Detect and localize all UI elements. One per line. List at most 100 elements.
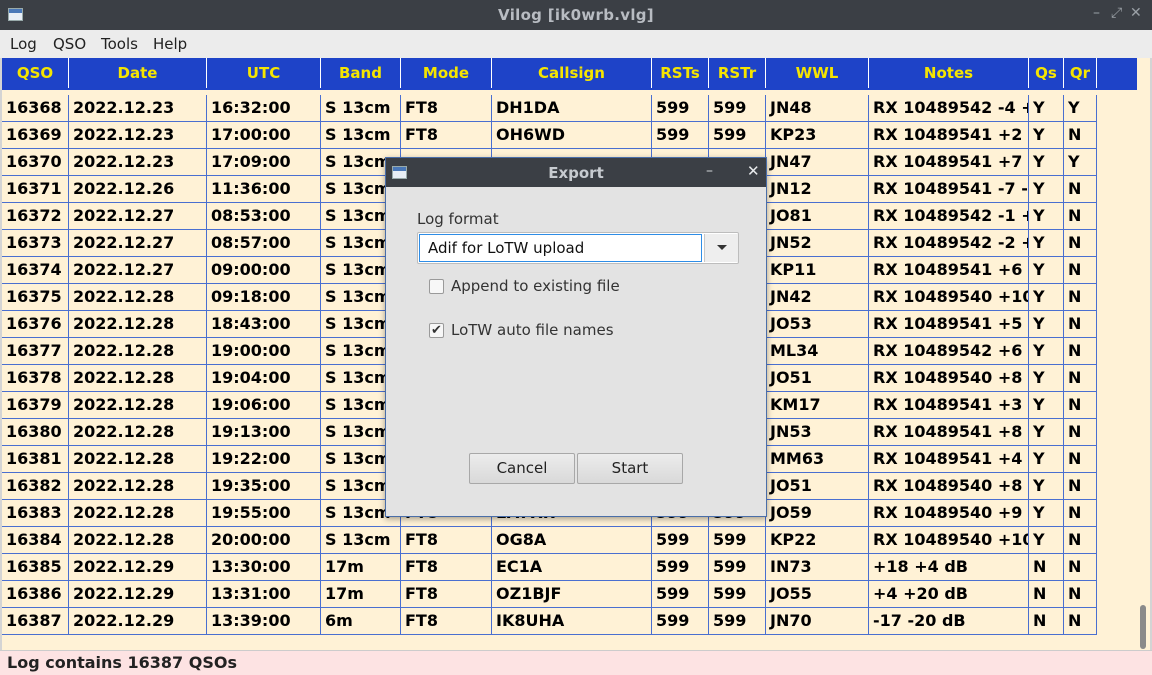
- lotw-auto-names-checkbox[interactable]: ✔: [429, 323, 444, 338]
- table-row[interactable]: 16387 2022.12.29 13:39:00 6m FT8 IK8UHA 599 599…: [2, 608, 1097, 635]
- cell-qs: Y: [1029, 446, 1064, 473]
- column-header-qso[interactable]: QSO: [2, 58, 69, 88]
- dialog-title-bar: Export – ✕: [386, 158, 766, 187]
- cell-callsign: IK8UHA: [492, 608, 652, 635]
- column-header-band[interactable]: Band: [321, 58, 401, 88]
- cell-notes: RX 10489541 +4 +: [869, 446, 1029, 473]
- cell-date: 2022.12.23: [69, 122, 207, 149]
- start-button[interactable]: Start: [577, 453, 683, 484]
- cell-qs: Y: [1029, 284, 1064, 311]
- table-row[interactable]: 16385 2022.12.29 13:30:00 17m FT8 EC1A 599 599 I…: [2, 554, 1097, 581]
- log-format-select[interactable]: Adif for LoTW upload: [417, 232, 739, 264]
- append-label[interactable]: Append to existing file: [451, 277, 620, 295]
- cell-utc: 19:13:00: [207, 419, 321, 446]
- cell-utc: 17:00:00: [207, 122, 321, 149]
- column-header-date[interactable]: Date: [69, 58, 207, 88]
- table-row[interactable]: 16369 2022.12.23 17:00:00 S 13cm FT8 OH6WD 599…: [2, 122, 1097, 149]
- menu-help[interactable]: Help: [153, 35, 187, 53]
- cell-mode: FT8: [401, 122, 492, 149]
- cell-qr: N: [1064, 257, 1097, 284]
- export-dialog: Export – ✕ Log format Adif for LoTW uplo…: [385, 157, 767, 517]
- cell-date: 2022.12.29: [69, 608, 207, 635]
- cell-utc: 13:39:00: [207, 608, 321, 635]
- cell-qr: N: [1064, 473, 1097, 500]
- cell-qr: N: [1064, 230, 1097, 257]
- dialog-minimize-icon[interactable]: –: [706, 163, 713, 179]
- cell-qs: N: [1029, 608, 1064, 635]
- cell-wwl: KP22: [766, 527, 869, 554]
- cancel-button[interactable]: Cancel: [469, 453, 575, 484]
- lotw-auto-names-label[interactable]: LoTW auto file names: [451, 321, 614, 339]
- column-header-callsign[interactable]: Callsign: [492, 58, 652, 88]
- log-format-value[interactable]: Adif for LoTW upload: [419, 234, 702, 262]
- cell-notes: RX 10489542 -2 +: [869, 230, 1029, 257]
- cell-band: S 13cm: [321, 527, 401, 554]
- cell-callsign: DH1DA: [492, 95, 652, 122]
- cell-wwl: JN12: [766, 176, 869, 203]
- cell-qs: Y: [1029, 176, 1064, 203]
- cell-qso: 16371: [2, 176, 69, 203]
- cell-wwl: JO53: [766, 311, 869, 338]
- cell-utc: 19:04:00: [207, 365, 321, 392]
- cell-qs: Y: [1029, 257, 1064, 284]
- cell-utc: 20:00:00: [207, 527, 321, 554]
- cell-qso: 16373: [2, 230, 69, 257]
- cell-utc: 17:09:00: [207, 149, 321, 176]
- cell-qso: 16383: [2, 500, 69, 527]
- menu-tools[interactable]: Tools: [101, 35, 138, 53]
- column-header-rsts[interactable]: RSTs: [652, 58, 709, 88]
- cell-notes: RX 10489541 +6: [869, 257, 1029, 284]
- scrollbar-track[interactable]: [1139, 90, 1150, 650]
- cell-notes: RX 10489540 +8: [869, 365, 1029, 392]
- cell-qr: N: [1064, 581, 1097, 608]
- column-header-notes[interactable]: Notes: [869, 58, 1029, 88]
- table-row[interactable]: 16384 2022.12.28 20:00:00 S 13cm FT8 OG8A 599 5…: [2, 527, 1097, 554]
- cell-date: 2022.12.28: [69, 365, 207, 392]
- cell-qr: N: [1064, 176, 1097, 203]
- column-header-qs[interactable]: Qs: [1029, 58, 1064, 88]
- table-row[interactable]: 16368 2022.12.23 16:32:00 S 13cm FT8 DH1DA 599…: [2, 95, 1097, 122]
- table-header: QSO Date UTC Band Mode Callsign RSTs RSTr WWL Not…: [2, 58, 1137, 90]
- cell-utc: 11:36:00: [207, 176, 321, 203]
- cell-notes: +18 +4 dB: [869, 554, 1029, 581]
- minimize-icon[interactable]: –: [1093, 5, 1100, 21]
- column-header-mode[interactable]: Mode: [401, 58, 492, 88]
- cell-wwl: KP23: [766, 122, 869, 149]
- chevron-down-icon[interactable]: [704, 234, 738, 262]
- cell-qs: Y: [1029, 500, 1064, 527]
- cell-notes: RX 10489542 -1 +: [869, 203, 1029, 230]
- dialog-close-icon[interactable]: ✕: [747, 162, 760, 180]
- append-checkbox[interactable]: [429, 279, 444, 294]
- close-icon[interactable]: ✕: [1130, 5, 1142, 21]
- cell-notes: RX 10489541 +5: [869, 311, 1029, 338]
- cell-wwl: JN42: [766, 284, 869, 311]
- cell-mode: FT8: [401, 581, 492, 608]
- cell-rsts: 599: [652, 554, 709, 581]
- maximize-icon[interactable]: ⤢: [1111, 5, 1122, 21]
- cell-qs: Y: [1029, 203, 1064, 230]
- menu-qso[interactable]: QSO: [53, 35, 86, 53]
- cell-mode: FT8: [401, 95, 492, 122]
- cell-wwl: JN52: [766, 230, 869, 257]
- table-row[interactable]: 16386 2022.12.29 13:31:00 17m FT8 OZ1BJF 599 59…: [2, 581, 1097, 608]
- column-header-rstr[interactable]: RSTr: [709, 58, 766, 88]
- cell-date: 2022.12.28: [69, 446, 207, 473]
- cell-utc: 09:00:00: [207, 257, 321, 284]
- cell-utc: 16:32:00: [207, 95, 321, 122]
- cell-date: 2022.12.28: [69, 500, 207, 527]
- column-header-utc[interactable]: UTC: [207, 58, 321, 88]
- log-format-label: Log format: [417, 210, 499, 228]
- cell-qr: N: [1064, 608, 1097, 635]
- column-header-qr[interactable]: Qr: [1064, 58, 1097, 88]
- scrollbar-thumb[interactable]: [1140, 605, 1146, 649]
- cell-qr: Y: [1064, 149, 1097, 176]
- cell-date: 2022.12.23: [69, 149, 207, 176]
- menu-log[interactable]: Log: [10, 35, 37, 53]
- cell-qso: 16369: [2, 122, 69, 149]
- cell-qso: 16372: [2, 203, 69, 230]
- cell-rstr: 599: [709, 581, 766, 608]
- column-header-wwl[interactable]: WWL: [766, 58, 869, 88]
- cell-utc: 19:00:00: [207, 338, 321, 365]
- cell-date: 2022.12.28: [69, 527, 207, 554]
- cell-notes: RX 10489541 +8 +: [869, 419, 1029, 446]
